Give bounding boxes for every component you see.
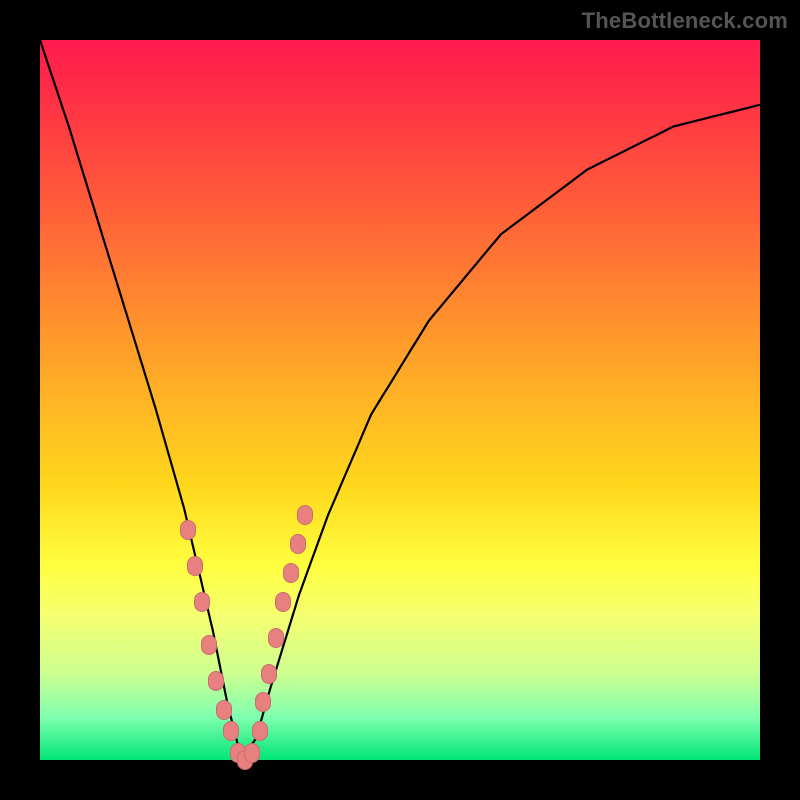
data-point xyxy=(290,534,306,554)
data-point xyxy=(275,592,291,612)
data-point xyxy=(255,692,271,712)
chart-container: TheBottleneck.com xyxy=(0,0,800,800)
data-point xyxy=(261,664,277,684)
curve-layer xyxy=(40,40,760,760)
data-point xyxy=(283,563,299,583)
watermark-text: TheBottleneck.com xyxy=(582,8,788,34)
data-point xyxy=(244,743,260,763)
bottleneck-curve xyxy=(40,40,760,760)
data-point xyxy=(180,520,196,540)
data-point xyxy=(252,721,268,741)
plot-area xyxy=(40,40,760,760)
data-point xyxy=(297,505,313,525)
data-point xyxy=(216,700,232,720)
data-point xyxy=(223,721,239,741)
data-point xyxy=(201,635,217,655)
data-point xyxy=(208,671,224,691)
data-point xyxy=(187,556,203,576)
data-point xyxy=(268,628,284,648)
data-point xyxy=(194,592,210,612)
